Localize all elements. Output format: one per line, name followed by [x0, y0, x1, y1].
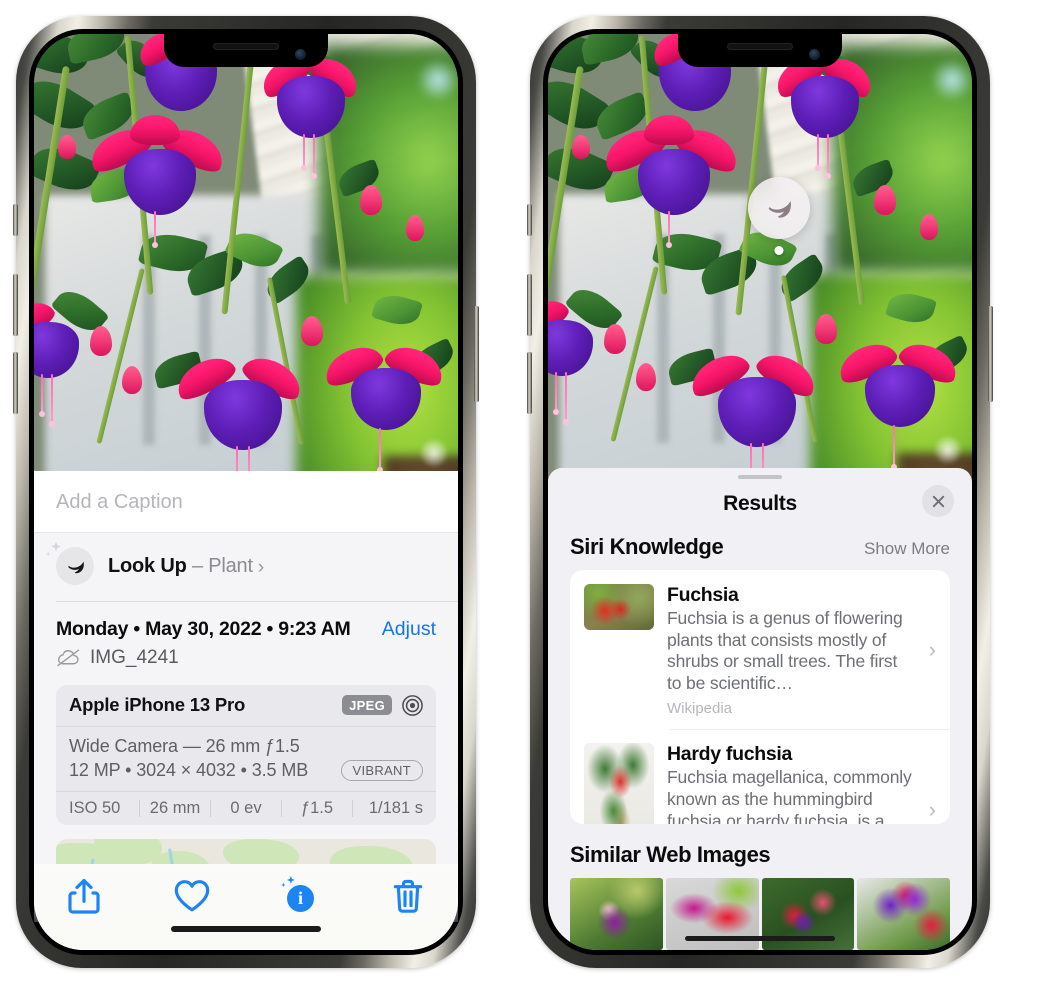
file-name: IMG_4241 — [90, 646, 179, 668]
similar-web-images-header: Similar Web Images — [548, 824, 972, 878]
info-scroll-area[interactable]: Look Up – Plant › Monday • May 30, 2022 •… — [34, 533, 458, 864]
leaf-icon-circle — [56, 547, 94, 585]
exif-row: ISO 50 26 mm 0 ev ƒ1.5 1/181 s — [56, 790, 436, 825]
photo-toolbar: i — [34, 864, 458, 922]
photo-image — [548, 34, 972, 494]
exif-aperture: ƒ1.5 — [300, 798, 334, 817]
knowledge-thumbnail — [584, 584, 654, 630]
earpiece-speaker — [213, 43, 279, 50]
screenshot-root: Add a Caption Look Up – Plant › Monday •… — [0, 0, 1055, 985]
knowledge-source: Wikipedia — [667, 699, 733, 717]
notch — [678, 34, 842, 67]
exif-focal: 26 mm — [149, 798, 201, 817]
format-badge: JPEG — [342, 695, 392, 716]
results-title: Results — [723, 492, 797, 515]
camera-body: Wide Camera — 26 mm ƒ1.5 12 MP • 3024 × … — [56, 727, 436, 791]
info-button[interactable]: i — [280, 875, 320, 916]
knowledge-item[interactable]: Hardy fuchsia Fuchsia magellanica, commo… — [570, 729, 950, 825]
siri-knowledge-card: Fuchsia Fuchsia is a genus of flowering … — [570, 570, 950, 825]
front-camera-icon — [295, 49, 306, 60]
knowledge-thumbnail — [584, 743, 654, 825]
home-indicator-right[interactable] — [685, 935, 835, 941]
exif-shutter: 1/181 s — [368, 798, 423, 817]
device-bezel: Results Siri Knowledge Show More Fuchsia… — [543, 29, 977, 955]
close-icon — [932, 495, 944, 507]
siri-knowledge-title: Siri Knowledge — [570, 534, 724, 559]
siri-knowledge-header: Siri Knowledge Show More — [548, 532, 972, 570]
show-more-button[interactable]: Show More — [864, 539, 950, 559]
exif-ev: 0 ev — [230, 798, 262, 817]
front-camera-icon — [809, 49, 820, 60]
file-row: IMG_4241 — [34, 641, 458, 685]
silent-switch[interactable] — [13, 204, 18, 236]
trash-icon — [393, 879, 423, 913]
notch — [164, 34, 328, 67]
device-bezel: Add a Caption Look Up – Plant › Monday •… — [29, 29, 463, 955]
chevron-right-icon[interactable]: › — [925, 797, 936, 823]
aperture-icon[interactable] — [401, 694, 424, 717]
info-glyph: i — [287, 885, 314, 912]
iphone-right-device: Results Siri Knowledge Show More Fuchsia… — [527, 16, 993, 968]
share-icon — [68, 878, 100, 914]
home-indicator-left[interactable] — [34, 922, 458, 950]
delete-button[interactable] — [388, 876, 428, 916]
favorite-button[interactable] — [172, 876, 212, 916]
knowledge-item[interactable]: Fuchsia Fuchsia is a genus of flowering … — [570, 570, 950, 729]
knowledge-description: Fuchsia is a genus of flowering plants t… — [667, 608, 903, 694]
photo-viewer-left[interactable] — [34, 34, 458, 497]
exif-iso: ISO 50 — [69, 798, 121, 817]
volume-down-button[interactable] — [13, 352, 18, 414]
look-up-icon-wrap — [45, 541, 94, 585]
screen-right: Results Siri Knowledge Show More Fuchsia… — [548, 34, 972, 950]
photo-date: Monday • May 30, 2022 • 9:23 AM — [56, 617, 351, 640]
caption-input[interactable]: Add a Caption — [34, 471, 458, 533]
knowledge-title: Fuchsia — [667, 584, 739, 606]
close-button[interactable] — [922, 485, 954, 517]
results-header: Results — [548, 479, 972, 532]
look-up-row[interactable]: Look Up – Plant › — [34, 533, 458, 601]
heart-icon — [174, 880, 210, 912]
date-row: Monday • May 30, 2022 • 9:23 AM Adjust — [34, 602, 458, 641]
power-button[interactable] — [988, 306, 993, 402]
volume-up-button[interactable] — [527, 274, 532, 336]
adjust-button[interactable]: Adjust — [382, 618, 436, 641]
knowledge-title: Hardy fuchsia — [667, 743, 793, 766]
knowledge-description: Fuchsia magellanica, commonly known as t… — [667, 767, 912, 825]
photo-info-sheet: Add a Caption Look Up – Plant › Monday •… — [34, 471, 458, 950]
volume-up-button[interactable] — [13, 274, 18, 336]
volume-down-button[interactable] — [527, 352, 532, 414]
power-button[interactable] — [474, 306, 479, 402]
similar-image[interactable] — [570, 878, 663, 950]
silent-switch[interactable] — [527, 204, 532, 236]
location-map[interactable] — [56, 838, 436, 864]
iphone-left-device: Add a Caption Look Up – Plant › Monday •… — [13, 16, 479, 968]
results-sheet: Results Siri Knowledge Show More Fuchsia… — [548, 468, 972, 950]
camera-info-card[interactable]: Apple iPhone 13 Pro JPEG Wide Camera — 2… — [56, 684, 436, 825]
photographic-style-badge: VIBRANT — [340, 759, 423, 781]
leaf-icon — [67, 561, 84, 573]
chevron-right-icon[interactable]: › — [925, 637, 936, 663]
photo-image — [34, 34, 458, 497]
camera-header: Apple iPhone 13 Pro JPEG — [56, 685, 436, 727]
screen-left: Add a Caption Look Up – Plant › Monday •… — [34, 34, 458, 950]
leaf-icon — [768, 201, 791, 218]
camera-model: Apple iPhone 13 Pro — [69, 694, 246, 716]
cloud-slash-icon — [57, 649, 80, 667]
earpiece-speaker — [727, 43, 793, 50]
similar-image[interactable] — [857, 878, 950, 950]
similar-web-images-title: Similar Web Images — [570, 842, 771, 868]
share-button[interactable] — [64, 876, 104, 916]
specs-line: 12 MP • 3024 × 4032 • 3.5 MB — [69, 759, 309, 780]
photo-viewer-right[interactable] — [548, 34, 972, 494]
chevron-right-icon[interactable]: › — [258, 557, 264, 579]
lens-line: Wide Camera — 26 mm ƒ1.5 — [69, 735, 300, 756]
look-up-label: Look Up – Plant › — [108, 554, 264, 579]
visual-look-up-badge[interactable] — [748, 177, 810, 239]
